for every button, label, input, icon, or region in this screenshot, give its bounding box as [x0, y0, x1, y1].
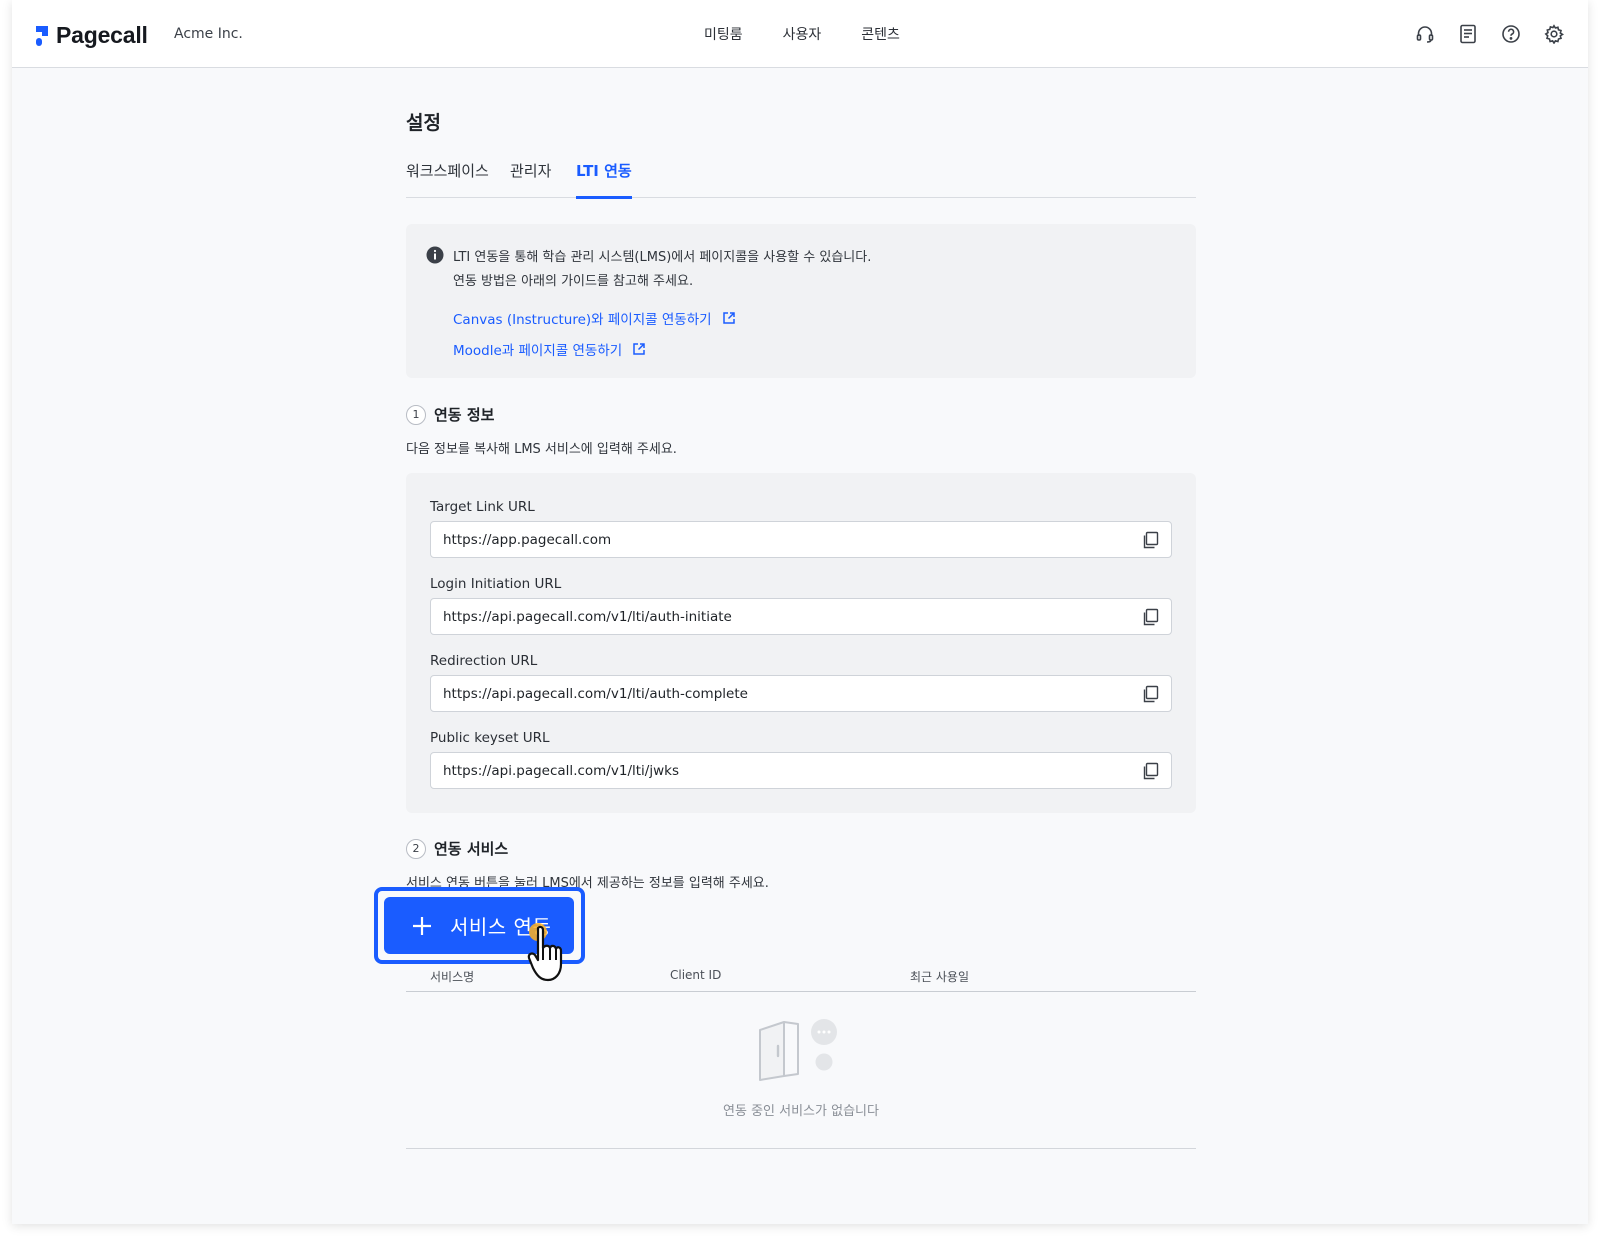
section-title-integration-info: 연동 정보 [434, 406, 495, 424]
divider [406, 1148, 1196, 1149]
headset-icon[interactable] [1413, 22, 1437, 46]
field-label-redirection: Redirection URL [430, 653, 538, 669]
page-title: 설정 [406, 112, 441, 134]
info-line-1: LTI 연동을 통해 학습 관리 시스템(LMS)에서 페이지콜을 사용할 수 … [453, 250, 872, 265]
brand-logo[interactable]: Pagecall [34, 22, 148, 49]
col-head-last-used: 최근 사용일 [910, 970, 970, 984]
main-nav: 미팅룸 사용자 콘텐츠 [704, 24, 940, 44]
nav-item-meeting-rooms[interactable]: 미팅룸 [704, 24, 743, 44]
organization-name[interactable]: Acme Inc. [174, 26, 243, 42]
moodle-guide-link[interactable]: Moodle과 페이지콜 연동하기 [453, 339, 646, 359]
app-window: Pagecall Acme Inc. 미팅룸 사용자 콘텐츠 설정 워크스페이스… [12, 0, 1588, 1224]
step-badge-1: 1 [406, 404, 426, 425]
empty-state-text: 연동 중인 서비스가 없습니다 [723, 1104, 879, 1119]
nav-item-users[interactable]: 사용자 [783, 24, 822, 44]
copy-icon[interactable] [1141, 608, 1159, 626]
canvas-guide-label: Canvas (Instructure)와 페이지콜 연동하기 [453, 312, 712, 328]
public-keyset-url-field[interactable]: https://api.pagecall.com/v1/lti/jwks [430, 752, 1172, 789]
copy-icon[interactable] [1141, 685, 1159, 703]
empty-door-icon [759, 1019, 837, 1081]
section-connected-services: 2 연동 서비스 [406, 838, 508, 859]
gear-icon[interactable] [1542, 22, 1566, 46]
top-icon-bar [1394, 22, 1566, 46]
info-line-2: 연동 방법은 아래의 가이드를 참고해 주세요. [453, 274, 694, 289]
field-label-login-initiation: Login Initiation URL [430, 576, 562, 592]
step-badge-2: 2 [406, 838, 426, 859]
copy-icon[interactable] [1141, 531, 1159, 549]
info-icon [426, 246, 444, 264]
redirection-url-value: https://api.pagecall.com/v1/lti/auth-com… [443, 686, 748, 702]
col-head-client-id: Client ID [670, 968, 722, 982]
section-desc-integration-info: 다음 정보를 복사해 LMS 서비스에 입력해 주세요. [406, 442, 677, 457]
settings-tabs: 워크스페이스 관리자 LTI 연동 [406, 160, 1196, 199]
top-bar: Pagecall Acme Inc. 미팅룸 사용자 콘텐츠 [12, 0, 1588, 68]
target-link-url-field[interactable]: https://app.pagecall.com [430, 521, 1172, 558]
canvas-guide-link[interactable]: Canvas (Instructure)와 페이지콜 연동하기 [453, 308, 736, 328]
target-link-url-value: https://app.pagecall.com [443, 532, 612, 548]
redirection-url-field[interactable]: https://api.pagecall.com/v1/lti/auth-com… [430, 675, 1172, 712]
section-title-connected-services: 연동 서비스 [434, 840, 509, 858]
services-table-header: 서비스명 Client ID 최근 사용일 [406, 966, 1196, 992]
lti-info-box: LTI 연동을 통해 학습 관리 시스템(LMS)에서 페이지콜을 사용할 수 … [406, 224, 1196, 378]
field-label-target-link: Target Link URL [430, 499, 535, 515]
login-initiation-url-value: https://api.pagecall.com/v1/lti/auth-ini… [443, 609, 732, 625]
field-label-public-keyset: Public keyset URL [430, 730, 550, 746]
plus-icon [413, 916, 431, 935]
public-keyset-url-value: https://api.pagecall.com/v1/lti/jwks [443, 763, 679, 779]
col-head-service-name: 서비스명 [430, 970, 475, 984]
external-link-icon [722, 312, 735, 324]
section-integration-info: 1 연동 정보 [406, 404, 494, 425]
external-link-icon [633, 343, 645, 355]
login-initiation-url-field[interactable]: https://api.pagecall.com/v1/lti/auth-ini… [430, 598, 1172, 635]
info-text: LTI 연동을 통해 학습 관리 시스템(LMS)에서 페이지콜을 사용할 수 … [453, 246, 871, 294]
tab-admin[interactable]: 관리자 [510, 160, 551, 198]
document-icon[interactable] [1456, 22, 1480, 46]
copy-icon[interactable] [1141, 762, 1159, 780]
integration-fields-box: Target Link URL https://app.pagecall.com… [406, 473, 1196, 813]
tab-lti-integration[interactable]: LTI 연동 [576, 160, 632, 199]
tab-workspace[interactable]: 워크스페이스 [406, 160, 489, 198]
pagecall-logo-icon [36, 25, 48, 46]
help-icon[interactable] [1499, 22, 1523, 46]
moodle-guide-label: Moodle과 페이지콜 연동하기 [453, 343, 623, 359]
brand-name: Pagecall [56, 22, 148, 48]
nav-item-contents[interactable]: 콘텐츠 [861, 24, 900, 44]
